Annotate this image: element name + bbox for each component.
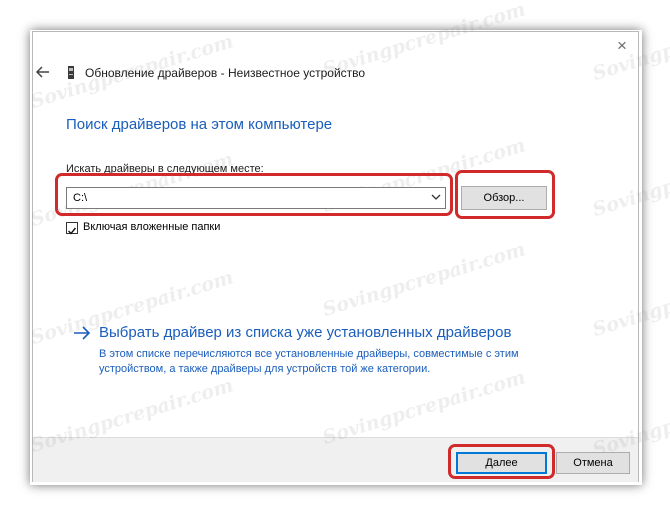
pick-from-list-description: В этом списке перечисляются все установл… xyxy=(99,347,519,377)
description-line: В этом списке перечисляются все установл… xyxy=(99,348,519,360)
include-subfolders-checkbox[interactable] xyxy=(66,222,78,235)
close-button[interactable]: × xyxy=(610,36,634,56)
arrow-right-icon[interactable] xyxy=(73,326,91,340)
include-subfolders-label[interactable]: Включая вложенные папки xyxy=(83,221,220,234)
device-icon xyxy=(67,66,75,79)
highlight-next-button xyxy=(448,444,555,479)
cancel-button[interactable]: Отмена xyxy=(556,452,630,474)
highlight-browse-button xyxy=(455,170,555,219)
page-heading: Поиск драйверов на этом компьютере xyxy=(66,116,333,133)
back-arrow-icon xyxy=(35,66,49,78)
description-line: устройством, а также драйверы для устрой… xyxy=(99,363,431,375)
highlight-path-field xyxy=(55,173,453,216)
back-button[interactable] xyxy=(35,64,51,80)
window-title: Обновление драйверов - Неизвестное устро… xyxy=(85,66,366,80)
driver-update-dialog xyxy=(32,31,639,482)
pick-from-list-link[interactable]: Выбрать драйвер из списка уже установлен… xyxy=(99,324,511,342)
checkmark-icon xyxy=(68,227,77,235)
close-icon: × xyxy=(617,36,627,55)
